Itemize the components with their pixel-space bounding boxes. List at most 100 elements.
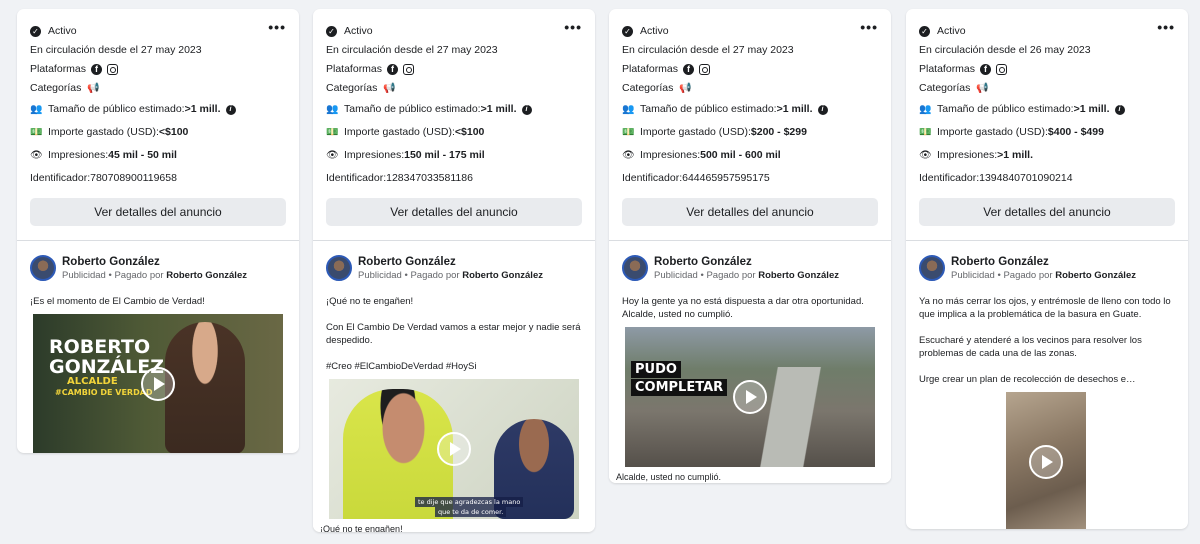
play-icon[interactable] bbox=[437, 432, 471, 466]
info-icon[interactable]: i bbox=[817, 104, 828, 115]
audience-label: Tamaño de público estimado: bbox=[937, 103, 1074, 115]
running-since: En circulación desde el 26 may 2023 bbox=[919, 44, 1091, 56]
play-icon[interactable] bbox=[141, 367, 175, 401]
id-value: 128347033581186 bbox=[386, 172, 473, 184]
status-label: Activo bbox=[640, 25, 669, 37]
impressions-label: Impresiones: bbox=[48, 149, 109, 161]
overlay-line-2: COMPLETAR bbox=[631, 379, 728, 396]
facebook-icon: f bbox=[683, 64, 695, 75]
ad-card-1: ••• ✓ Activo En circulación desde el 27 m… bbox=[17, 9, 299, 453]
id-label: Identificador: bbox=[622, 172, 683, 184]
categories-label: Categorías bbox=[919, 82, 971, 94]
spend-value: $200 - $299 bbox=[750, 126, 807, 138]
paid-by-label: • Pagado por bbox=[401, 269, 463, 281]
audience-label: Tamaño de público estimado: bbox=[344, 103, 481, 115]
instagram-icon bbox=[107, 64, 119, 75]
platforms-label: Plataformas bbox=[919, 63, 976, 75]
ad-video[interactable]: te dije que agradezcas la mano que te da… bbox=[329, 379, 579, 519]
ad-video[interactable] bbox=[1006, 392, 1086, 529]
instagram-icon bbox=[996, 64, 1008, 75]
payer-name: Roberto González bbox=[166, 269, 247, 281]
impressions-label: Impresiones: bbox=[640, 149, 701, 161]
eye-icon: 👁 bbox=[622, 150, 635, 161]
sponsored-label: Publicidad bbox=[951, 269, 995, 281]
check-circle-icon: ✓ bbox=[326, 26, 337, 37]
platforms-label: Plataformas bbox=[30, 63, 87, 75]
overlay-title: ALCALDE bbox=[67, 376, 118, 387]
impressions-value: 500 mil - 600 mil bbox=[700, 149, 781, 161]
id-label: Identificador: bbox=[30, 172, 91, 184]
ad-video[interactable]: ROBERTO GONZÁLEZ ALCALDE #CAMBIO DE VERD… bbox=[33, 314, 283, 453]
more-options-button[interactable]: ••• bbox=[564, 20, 582, 34]
audience-value: >1 mill. bbox=[480, 103, 517, 115]
facebook-icon: f bbox=[91, 64, 103, 75]
view-ad-details-button[interactable]: Ver detalles del anuncio bbox=[622, 198, 878, 226]
impressions-value: >1 mill. bbox=[997, 149, 1034, 161]
id-label: Identificador: bbox=[326, 172, 387, 184]
status-label: Activo bbox=[48, 25, 77, 37]
id-value: 644465957595175 bbox=[682, 172, 770, 184]
view-ad-details-button[interactable]: Ver detalles del anuncio bbox=[30, 198, 286, 226]
id-value: 1394840701090214 bbox=[979, 172, 1073, 184]
id-label: Identificador: bbox=[919, 172, 980, 184]
advertiser-name[interactable]: Roberto González bbox=[654, 256, 839, 268]
advertiser-name[interactable]: Roberto González bbox=[951, 256, 1136, 268]
video-caption: Alcalde, usted no cumplió. bbox=[609, 467, 891, 483]
avatar[interactable] bbox=[30, 255, 56, 281]
ad-body-text: ¡Es el momento de El Cambio de Verdad! bbox=[30, 296, 205, 307]
info-icon[interactable]: i bbox=[1114, 104, 1125, 115]
audience-value: >1 mill. bbox=[184, 103, 221, 115]
instagram-icon bbox=[403, 64, 415, 75]
paid-by-label: • Pagado por bbox=[105, 269, 167, 281]
ad-card-4: ••• ✓ Activo En circulación desde el 26 m… bbox=[906, 9, 1188, 529]
view-ad-details-button[interactable]: Ver detalles del anuncio bbox=[919, 198, 1175, 226]
paid-by-label: • Pagado por bbox=[994, 269, 1056, 281]
more-options-button[interactable]: ••• bbox=[1157, 20, 1175, 34]
megaphone-icon: 📢 bbox=[87, 83, 100, 94]
status-label: Activo bbox=[344, 25, 373, 37]
info-icon[interactable]: i bbox=[225, 104, 236, 115]
more-options-button[interactable]: ••• bbox=[268, 20, 286, 34]
ad-video[interactable]: PUDO COMPLETAR bbox=[625, 327, 875, 467]
avatar[interactable] bbox=[622, 255, 648, 281]
categories-label: Categorías bbox=[326, 82, 378, 94]
spend-label: Importe gastado (USD): bbox=[937, 126, 1048, 138]
view-ad-details-button[interactable]: Ver detalles del anuncio bbox=[326, 198, 582, 226]
payer-name: Roberto González bbox=[462, 269, 543, 281]
avatar[interactable] bbox=[919, 255, 945, 281]
subtitle-line-2: que te da de comer. bbox=[435, 507, 507, 517]
money-icon: 💵 bbox=[326, 127, 339, 138]
advertiser-name[interactable]: Roberto González bbox=[358, 256, 543, 268]
spend-label: Importe gastado (USD): bbox=[48, 126, 159, 138]
overlay-name-1: ROBERTO bbox=[49, 336, 151, 358]
money-icon: 💵 bbox=[622, 127, 635, 138]
spend-label: Importe gastado (USD): bbox=[344, 126, 455, 138]
people-icon: 👥 bbox=[30, 104, 43, 115]
sponsored-label: Publicidad bbox=[654, 269, 698, 281]
ad-body-text: Hoy la gente ya no está dispuesta a dar … bbox=[622, 296, 864, 320]
money-icon: 💵 bbox=[919, 127, 932, 138]
facebook-icon: f bbox=[387, 64, 399, 75]
instagram-icon bbox=[699, 64, 711, 75]
play-icon[interactable] bbox=[733, 380, 767, 414]
people-icon: 👥 bbox=[326, 104, 339, 115]
status-label: Activo bbox=[937, 25, 966, 37]
advertiser-name[interactable]: Roberto González bbox=[62, 256, 247, 268]
platforms-label: Plataformas bbox=[326, 63, 383, 75]
running-since: En circulación desde el 27 may 2023 bbox=[326, 44, 498, 56]
check-circle-icon: ✓ bbox=[919, 26, 930, 37]
running-since: En circulación desde el 27 may 2023 bbox=[30, 44, 202, 56]
info-icon[interactable]: i bbox=[521, 104, 532, 115]
more-options-button[interactable]: ••• bbox=[860, 20, 878, 34]
payer-name: Roberto González bbox=[758, 269, 839, 281]
sponsored-label: Publicidad bbox=[62, 269, 106, 281]
categories-label: Categorías bbox=[30, 82, 82, 94]
avatar[interactable] bbox=[326, 255, 352, 281]
play-icon[interactable] bbox=[1029, 445, 1063, 479]
overlay-hashtag: #CAMBIO DE VERDAD bbox=[55, 388, 153, 397]
megaphone-icon: 📢 bbox=[679, 83, 692, 94]
facebook-icon: f bbox=[980, 64, 992, 75]
spend-value: $400 - $499 bbox=[1047, 126, 1104, 138]
audience-label: Tamaño de público estimado: bbox=[640, 103, 777, 115]
video-caption: ¡Qué no te engañen! bbox=[313, 519, 595, 532]
